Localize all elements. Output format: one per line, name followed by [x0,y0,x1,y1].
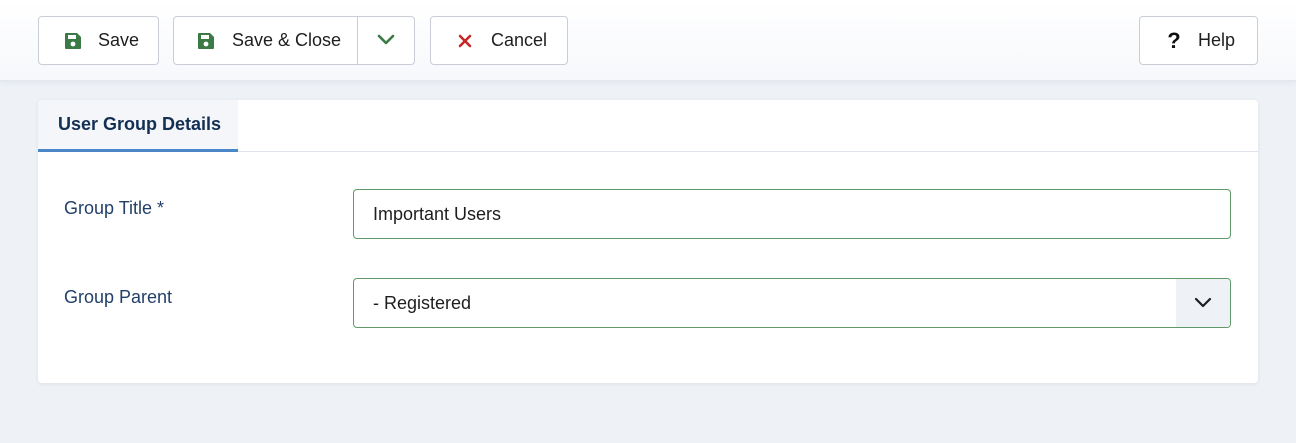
user-group-card: User Group Details Group Title * Importa… [38,100,1258,383]
save-options-dropdown-toggle[interactable] [358,17,414,64]
save-close-button[interactable]: Save & Close [174,17,359,64]
save-close-button-group: Save & Close [173,16,415,65]
group-title-input[interactable]: Important Users [353,189,1231,239]
help-label: Help [1198,30,1236,50]
group-title-label: Group Title * [64,198,165,218]
save-label: Save [98,30,140,50]
chevron-down-icon [1176,279,1230,327]
close-icon [455,31,475,51]
save-icon [196,31,216,51]
tab-bar: User Group Details [38,100,1258,152]
group-title-value: Important Users [373,203,502,224]
save-close-label: Save & Close [232,30,342,50]
help-button[interactable]: ? Help [1139,16,1258,65]
cancel-label: Cancel [491,30,548,50]
group-parent-select[interactable]: - Registered [353,278,1231,328]
tab-user-group-details[interactable]: User Group Details [38,100,238,152]
question-mark-icon: ? [1167,27,1181,53]
group-parent-label: Group Parent [64,287,173,307]
group-parent-value: - Registered [373,292,472,313]
toolbar: Save Save & Close Cancel ? Help [0,0,1296,81]
save-icon [63,31,83,51]
save-button[interactable]: Save [38,16,159,65]
cancel-button[interactable]: Cancel [430,16,568,65]
chevron-down-icon [377,30,395,51]
